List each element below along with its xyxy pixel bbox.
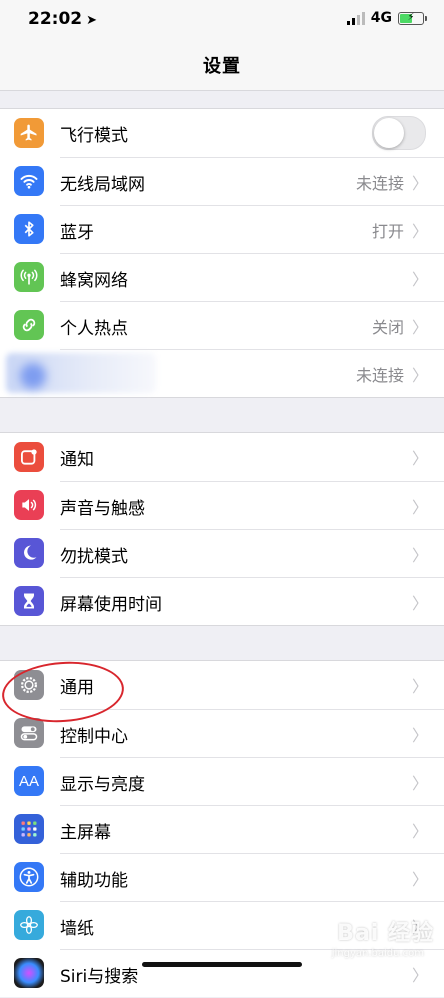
settings-group-notifications: 通知 〉 声音与触感 〉 勿扰模式 〉 屏幕使用时间 〉 [0,432,444,626]
row-label: 屏幕使用时间 [60,594,162,615]
row-label: 辅助功能 [60,870,128,891]
row-value: 打开 [371,222,404,241]
settings-row-airplane-mode[interactable]: 飞行模式 [0,109,444,157]
chevron-right-icon: 〉 [412,318,429,337]
settings-row-screen-time[interactable]: 屏幕使用时间 〉 [0,577,444,625]
network-type: 4G [370,10,392,26]
display-aa-glyph: AA [18,772,39,790]
battery-icon: ⚡ [398,11,427,25]
chevron-right-icon: 〉 [412,870,429,889]
chevron-right-icon: 〉 [412,546,429,565]
moon-icon [14,538,44,568]
status-time: 22:02 ➤ [28,9,97,29]
settings-row-vpn-blurred[interactable]: 未连接 〉 [0,349,444,397]
chevron-right-icon: 〉 [412,966,429,985]
status-bar: 22:02 ➤ 4G ⚡ [0,0,444,40]
settings-row-general[interactable]: 通用 〉 [0,661,444,709]
chevron-right-icon: 〉 [412,449,429,468]
settings-row-bluetooth[interactable]: 蓝牙 打开 〉 [0,205,444,253]
row-label: 勿扰模式 [60,546,128,567]
chevron-right-icon: 〉 [412,270,429,289]
settings-row-do-not-disturb[interactable]: 勿扰模式 〉 [0,529,444,577]
chevron-right-icon: 〉 [412,594,429,613]
gear-icon [14,670,44,700]
row-label: 通知 [60,449,94,470]
settings-row-cellular[interactable]: 蜂窝网络 〉 [0,253,444,301]
airplane-mode-toggle[interactable] [372,116,426,150]
chevron-right-icon: 〉 [412,174,429,193]
chevron-right-icon: 〉 [412,498,429,517]
chevron-right-icon: 〉 [412,677,429,696]
row-label: 声音与触感 [60,498,145,519]
switches-icon [14,718,44,748]
chevron-right-icon: 〉 [412,222,429,241]
settings-row-notifications[interactable]: 通知 〉 [0,433,444,481]
siri-icon [14,958,44,988]
baidu-watermark-url: jingyan.baidu.com [331,948,424,959]
settings-row-display-brightness[interactable]: AA 显示与亮度 〉 [0,757,444,805]
row-label: 蜂窝网络 [60,270,128,291]
page-title: 设置 [203,56,241,77]
hourglass-icon [14,586,44,616]
row-value: 关闭 [371,318,404,337]
row-label: 个人热点 [60,318,128,339]
cellular-icon [14,262,44,292]
settings-row-accessibility[interactable]: 辅助功能 〉 [0,853,444,901]
flower-icon [14,910,44,940]
location-arrow-icon: ➤ [86,13,98,28]
charging-bolt-icon: ⚡ [407,12,415,23]
row-label: 通用 [60,677,94,698]
accessibility-icon [14,862,44,892]
row-label: 显示与亮度 [60,774,145,795]
row-label: 蓝牙 [60,222,94,243]
row-label: 无线局域网 [60,174,145,195]
bluetooth-icon [14,214,44,244]
status-time-text: 22:02 [28,9,83,29]
home-grid-icon [14,814,44,844]
wifi-icon [14,166,44,196]
row-value: 未连接 [355,174,404,193]
settings-row-hotspot[interactable]: 个人热点 关闭 〉 [0,301,444,349]
row-label: 主屏幕 [60,822,111,843]
status-indicators: 4G ⚡ [346,10,427,26]
notifications-icon [14,442,44,472]
cellular-signal-icon [346,11,365,25]
row-label: 飞行模式 [60,125,128,146]
chevron-right-icon: 〉 [412,822,429,841]
display-aa-icon: AA [14,766,44,796]
settings-row-control-center[interactable]: 控制中心 〉 [0,709,444,757]
chevron-right-icon: 〉 [412,366,429,385]
chevron-right-icon: 〉 [412,726,429,745]
settings-row-wifi[interactable]: 无线局域网 未连接 〉 [0,157,444,205]
navigation-bar: 设置 [0,40,444,91]
home-indicator[interactable] [142,962,302,967]
airplane-icon [14,118,44,148]
hotspot-icon [14,310,44,340]
speaker-icon [14,490,44,520]
settings-row-sounds[interactable]: 声音与触感 〉 [0,481,444,529]
row-value: 未连接 [355,366,404,385]
settings-row-home-screen[interactable]: 主屏幕 〉 [0,805,444,853]
row-label: 控制中心 [60,726,128,747]
settings-group-connectivity: 飞行模式 无线局域网 未连接 〉 蓝牙 打开 〉 蜂窝网络 〉 个人热点 关闭 … [0,108,444,398]
chevron-right-icon: 〉 [412,774,429,793]
toggle-knob [374,118,404,148]
baidu-watermark: Bai 经验 [337,921,434,946]
